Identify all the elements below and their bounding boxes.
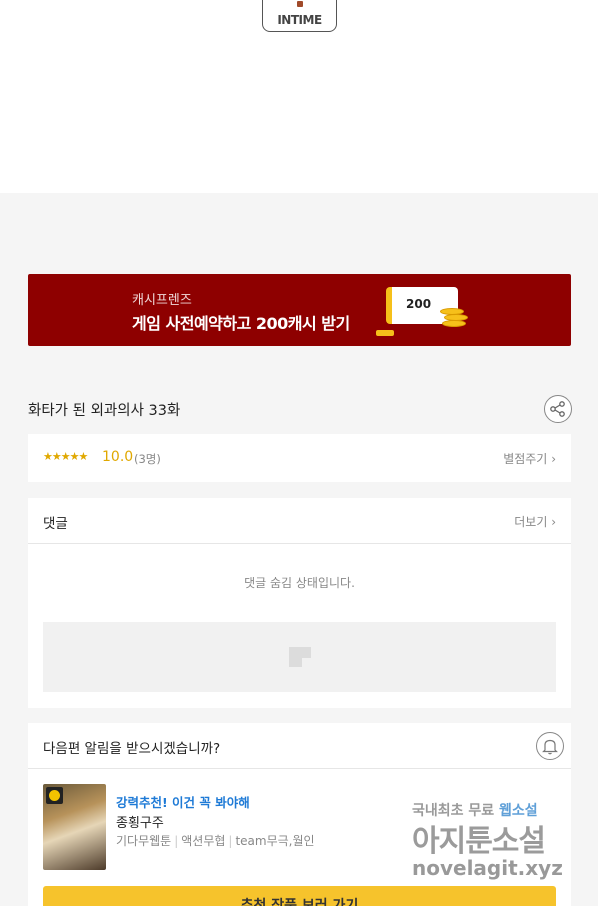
logo-mark-icon: [297, 1, 303, 7]
recommend-tag: 강력추천! 이건 꼭 봐야해: [116, 795, 250, 810]
recommend-cta-button[interactable]: 추천 작품 보러 가기: [43, 886, 556, 906]
ad-placeholder[interactable]: [43, 622, 556, 692]
coin-base-icon: [376, 330, 394, 336]
rate-button-label: 별점주기: [503, 452, 548, 466]
comment-more-button[interactable]: 더보기 ›: [514, 513, 556, 530]
comment-hidden-message: 댓글 숨김 상태입니다.: [244, 576, 355, 590]
episode-title: 화타가 된 외과의사 33화: [28, 403, 181, 419]
banner-subtitle: 캐시프렌즈: [132, 293, 192, 308]
share-button[interactable]: [544, 395, 572, 423]
recommend-meta-genre: 액션무협: [181, 834, 226, 848]
promo-banner[interactable]: 캐시프렌즈 게임 사전예약하고 200캐시 받기 200: [28, 274, 571, 346]
rating-card: ★★★★★ 10.0 (3명) 별점주기 ›: [28, 434, 571, 482]
coins-icon: [438, 304, 470, 332]
clock-icon: [46, 787, 63, 804]
watermark-line2: 아지툰소설: [412, 824, 546, 859]
recommend-meta-author: team무극,월인: [235, 834, 315, 848]
intime-logo[interactable]: INTIME: [262, 0, 337, 32]
comment-title: 댓글: [43, 516, 68, 532]
comment-card: 댓글 더보기 › 댓글 숨김 상태입니다.: [28, 498, 571, 708]
recommend-thumbnail[interactable]: [43, 784, 106, 870]
rating-count: (3명): [134, 452, 161, 466]
recommend-meta-category: 기다무웹툰: [116, 834, 172, 848]
recommend-meta: 기다무웹툰 | 액션무협 | team무극,월인: [116, 834, 315, 848]
ticket-value: 200: [406, 297, 432, 311]
chevron-right-icon: ›: [551, 515, 556, 529]
comment-more-label: 더보기: [514, 515, 548, 529]
rate-button[interactable]: 별점주기 ›: [503, 450, 556, 467]
recommend-title[interactable]: 종횡구주: [116, 812, 164, 831]
rating-stars: ★★★★★: [43, 450, 88, 463]
notify-question: 다음편 알림을 받으시겠습니까?: [43, 741, 221, 757]
chevron-right-icon: ›: [551, 452, 556, 466]
bell-icon: [542, 739, 558, 755]
recommend-cta-label: 추천 작품 보러 가기: [240, 898, 359, 906]
image-placeholder-icon: [289, 647, 311, 667]
notify-bell-button[interactable]: [536, 732, 564, 760]
rating-score: 10.0: [102, 449, 134, 465]
banner-title: 게임 사전예약하고 200캐시 받기: [132, 314, 350, 333]
logo-text: INTIME: [277, 13, 322, 27]
comment-header: 댓글 더보기 ›: [28, 498, 571, 544]
share-icon: [550, 401, 565, 417]
watermark-line3: novelagit.xyz: [412, 856, 563, 880]
notify-header: 다음편 알림을 받으시겠습니까?: [28, 723, 571, 769]
